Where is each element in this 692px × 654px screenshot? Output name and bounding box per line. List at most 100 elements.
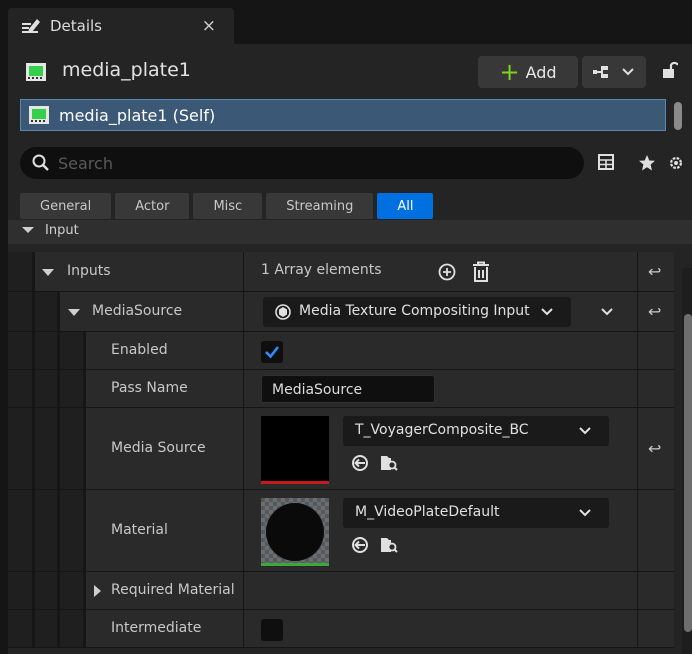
asset-picker-dropdown[interactable]: T_VoyagerComposite_BC bbox=[343, 416, 609, 446]
material-thumbnail[interactable] bbox=[261, 498, 329, 566]
filter-tab-actor[interactable]: Actor bbox=[115, 193, 190, 219]
add-button-label: Add bbox=[525, 62, 557, 82]
use-selected-asset-icon[interactable] bbox=[351, 536, 369, 554]
indent-line bbox=[57, 292, 60, 331]
star-icon[interactable] bbox=[638, 154, 656, 172]
name-cell: Pass Name bbox=[8, 370, 244, 407]
indent-gutter bbox=[8, 490, 86, 571]
indent-line bbox=[57, 610, 60, 647]
reset-cell: ↩ bbox=[638, 292, 674, 331]
indent-line bbox=[57, 332, 60, 369]
indent-line bbox=[57, 490, 60, 571]
add-component-button[interactable]: + Add bbox=[478, 56, 578, 88]
search-icon bbox=[32, 154, 49, 171]
component-self-row[interactable]: media_plate1 (Self) bbox=[20, 99, 666, 131]
reset-to-default-icon[interactable]: ↩ bbox=[648, 302, 661, 321]
unlock-icon[interactable] bbox=[662, 60, 678, 80]
indent-line bbox=[83, 610, 86, 647]
value-cell: 1 Array elements bbox=[244, 252, 638, 291]
component-list-scrollbar[interactable] bbox=[674, 102, 682, 130]
blueprint-dropdown-button[interactable] bbox=[582, 56, 646, 88]
collapse-arrow-icon[interactable] bbox=[94, 585, 101, 597]
search-input[interactable] bbox=[58, 153, 538, 173]
chevron-down-icon[interactable] bbox=[601, 308, 613, 316]
value-cell bbox=[244, 572, 638, 609]
name-cell: Inputs bbox=[8, 252, 244, 291]
details-pencil-icon bbox=[22, 19, 40, 33]
filter-tab-general[interactable]: General bbox=[20, 193, 112, 219]
reset-to-default-icon[interactable]: ↩ bbox=[648, 262, 661, 281]
property-row-required-material: Required Material bbox=[8, 572, 674, 610]
browse-to-asset-icon[interactable] bbox=[379, 453, 399, 473]
class-icon bbox=[275, 304, 291, 320]
name-cell: Enabled bbox=[8, 332, 244, 369]
indent-gutter bbox=[8, 572, 86, 609]
class-picker-dropdown[interactable]: Media Texture Compositing Input bbox=[263, 297, 571, 327]
property-label: Intermediate bbox=[111, 620, 202, 636]
indent-line bbox=[83, 408, 86, 489]
filter-tab-streaming[interactable]: Streaming bbox=[266, 193, 374, 219]
pass-name-field[interactable]: MediaSource bbox=[261, 375, 435, 403]
indent-gutter bbox=[8, 370, 86, 407]
reset-cell bbox=[638, 370, 674, 407]
indent-line bbox=[83, 572, 86, 609]
indent-gutter bbox=[8, 252, 35, 291]
enabled-checkbox[interactable] bbox=[261, 341, 283, 363]
reset-to-default-icon[interactable]: ↩ bbox=[648, 439, 661, 458]
scrollbar-thumb[interactable] bbox=[684, 314, 692, 632]
property-label: Inputs bbox=[67, 263, 111, 279]
gear-icon[interactable] bbox=[668, 154, 684, 172]
material-picker-dropdown[interactable]: M_VideoPlateDefault bbox=[343, 498, 609, 528]
trash-icon[interactable] bbox=[472, 261, 490, 283]
close-icon[interactable]: × bbox=[202, 16, 216, 36]
value-cell: Media Texture Compositing Input bbox=[244, 292, 638, 331]
property-label: Enabled bbox=[111, 342, 168, 358]
property-row-material: Material M_VideoPlateDefault bbox=[8, 490, 674, 572]
value-cell: T_VoyagerComposite_BC bbox=[244, 408, 638, 489]
name-cell: Required Material bbox=[8, 572, 244, 609]
array-count: 1 Array elements bbox=[261, 262, 382, 278]
property-label: Pass Name bbox=[111, 380, 188, 396]
indent-line bbox=[57, 572, 60, 609]
indent-gutter bbox=[8, 332, 86, 369]
indent-gutter bbox=[8, 610, 86, 647]
filter-tab-all[interactable]: All bbox=[377, 193, 434, 219]
class-picker-value: Media Texture Compositing Input bbox=[299, 303, 530, 319]
value-cell bbox=[244, 332, 638, 369]
actor-header: media_plate1 + Add bbox=[8, 44, 692, 100]
component-label: media_plate1 (Self) bbox=[59, 105, 216, 125]
property-row-intermediate: Intermediate bbox=[8, 610, 674, 648]
table-view-icon[interactable] bbox=[598, 154, 614, 170]
name-cell: Intermediate bbox=[8, 610, 244, 647]
material-name: M_VideoPlateDefault bbox=[355, 504, 500, 520]
intermediate-checkbox[interactable] bbox=[261, 619, 283, 641]
value-cell bbox=[244, 610, 638, 647]
add-element-icon[interactable] bbox=[438, 263, 456, 281]
indent-line bbox=[32, 370, 35, 407]
details-panel: media_plate1 + Add media_plate1 (Self) S… bbox=[8, 44, 692, 654]
chevron-down-icon bbox=[579, 509, 591, 517]
use-selected-asset-icon[interactable] bbox=[351, 454, 369, 472]
indent-line bbox=[83, 370, 86, 407]
tab-details[interactable]: Details × bbox=[8, 8, 234, 44]
filter-tabs: General Actor Misc Streaming All bbox=[20, 193, 437, 219]
pass-name-value: MediaSource bbox=[272, 382, 363, 398]
browse-to-asset-icon[interactable] bbox=[379, 535, 399, 555]
reset-cell: ↩ bbox=[638, 252, 674, 291]
category-header-input[interactable]: Input bbox=[8, 220, 692, 244]
reset-cell bbox=[638, 490, 674, 571]
category-expand-arrow-icon[interactable] bbox=[22, 227, 34, 233]
name-cell: Material bbox=[8, 490, 244, 571]
indent-line bbox=[32, 572, 35, 609]
asset-thumbnail[interactable] bbox=[261, 416, 329, 484]
expand-arrow-icon[interactable] bbox=[42, 269, 54, 276]
expand-arrow-icon[interactable] bbox=[68, 309, 80, 316]
reset-cell: ↩ bbox=[638, 408, 674, 489]
actor-name: media_plate1 bbox=[62, 59, 191, 81]
property-label: MediaSource bbox=[92, 303, 183, 319]
filter-tab-misc[interactable]: Misc bbox=[193, 193, 263, 219]
category-label: Input bbox=[45, 223, 79, 238]
indent-line bbox=[32, 332, 35, 369]
property-row-inputs: Inputs 1 Array elements ↩ bbox=[8, 252, 674, 292]
tab-title: Details bbox=[50, 17, 103, 35]
